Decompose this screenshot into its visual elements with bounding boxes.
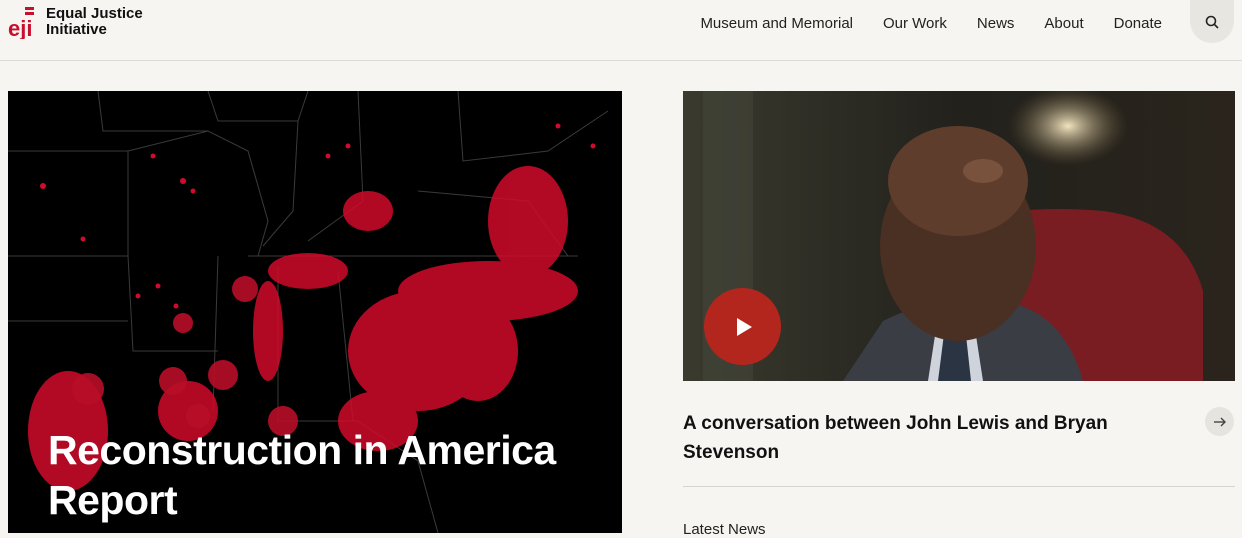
search-icon [1205,15,1219,29]
john-lewis-video[interactable] [683,91,1235,381]
main-nav: Museum and Memorial Our Work News About … [670,0,1162,46]
logo-text: Equal Justice Initiative [46,6,143,38]
video-caption-line1: A conversation between John Lewis and Br… [683,413,1108,434]
nav-museum-and-memorial[interactable]: Museum and Memorial [700,15,853,32]
play-icon [736,317,752,336]
section-divider [683,486,1235,487]
latest-news-heading: Latest News [683,521,766,538]
nav-our-work[interactable]: Our Work [883,15,947,32]
arrow-button[interactable] [1205,407,1234,436]
reconstruction-report-hero[interactable]: Reconstruction in America Report [8,91,622,533]
search-button[interactable] [1190,0,1234,43]
arrow-right-icon [1213,417,1226,426]
logo-text-line2: Initiative [46,21,107,38]
eji-logo[interactable]: eji Equal Justice Initiative [8,5,143,42]
site-header: eji Equal Justice Initiative Museum and … [0,0,1242,61]
video-caption[interactable]: A conversation between John Lewis and Br… [683,409,1183,467]
svg-text:eji: eji [8,16,32,39]
play-button[interactable] [704,288,781,365]
nav-about[interactable]: About [1044,15,1083,32]
hero-title-line1: Reconstruction in America [48,427,556,473]
logo-text-line1: Equal Justice [46,5,143,22]
nav-donate[interactable]: Donate [1114,15,1162,32]
hero-title: Reconstruction in America Report [48,425,588,525]
eji-logo-mark: eji [8,5,38,41]
video-caption-line2: Stevenson [683,442,780,463]
nav-news[interactable]: News [977,15,1015,32]
hero-title-line2: Report [48,477,178,523]
